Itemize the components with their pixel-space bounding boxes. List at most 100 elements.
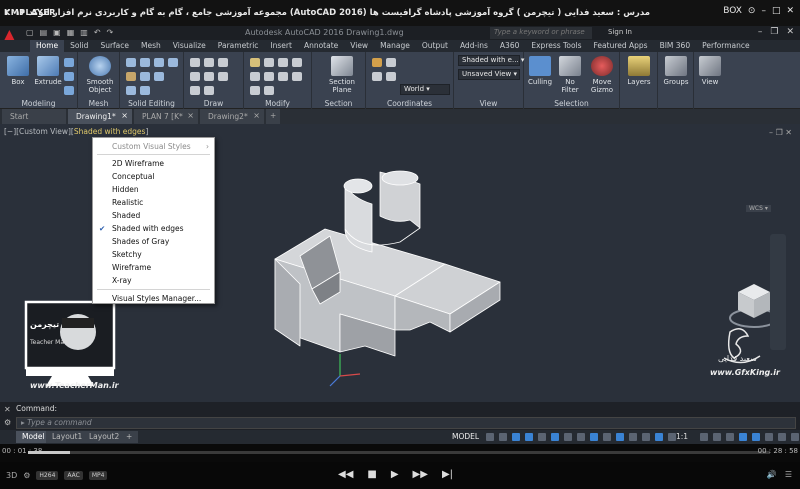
doc-tab[interactable]: Start <box>2 109 66 124</box>
ribbon-tab-parametric[interactable]: Parametric <box>212 40 265 52</box>
lineweight-icon[interactable] <box>577 433 585 441</box>
menu-item-conceptual[interactable]: Conceptual <box>93 170 214 183</box>
fillet-edge-icon[interactable] <box>168 58 178 67</box>
revolve-icon[interactable] <box>64 58 74 67</box>
ribbon-tab-performance[interactable]: Performance <box>696 40 756 52</box>
cmd-close-icon[interactable]: ✕ <box>4 405 11 414</box>
thicken-icon[interactable] <box>140 72 150 81</box>
rotate-icon[interactable] <box>292 58 302 67</box>
array-icon[interactable] <box>292 72 302 81</box>
dynamic-ucs-icon[interactable] <box>629 433 637 441</box>
customization-icon[interactable] <box>778 433 786 441</box>
print-icon[interactable]: ▥ <box>80 28 88 37</box>
transparency-icon[interactable] <box>590 433 598 441</box>
polyline-icon[interactable] <box>204 58 214 67</box>
saveas-icon[interactable]: ▦ <box>67 28 75 37</box>
doc-tab[interactable]: Drawing1* × <box>68 109 132 124</box>
saved-view-dropdown[interactable]: Unsaved View ▾ <box>458 69 520 80</box>
3d-osnap-icon[interactable] <box>616 433 624 441</box>
copy-icon[interactable] <box>264 58 274 67</box>
layers-tool[interactable]: Layers <box>625 56 653 86</box>
layout-tab-layout2[interactable]: Layout2 <box>83 431 126 443</box>
panel-label-modify[interactable]: Modify <box>244 99 311 108</box>
search-input[interactable]: Type a keyword or phrase <box>490 27 592 39</box>
ribbon-tab-add-ins[interactable]: Add-ins <box>454 40 494 52</box>
gizmo-icon[interactable] <box>655 433 663 441</box>
sweep-icon[interactable] <box>64 72 74 81</box>
offset-icon[interactable] <box>264 86 274 95</box>
menu-item-realistic[interactable]: Realistic <box>93 196 214 209</box>
ribbon-tab-a360[interactable]: A360 <box>494 40 525 52</box>
menu-custom-visual-styles[interactable]: Custom Visual Styles › <box>93 140 214 153</box>
seek-bar[interactable] <box>28 451 770 454</box>
ucs-dropdown[interactable]: World ▾ <box>400 84 450 95</box>
playlist-icon[interactable]: ☰ <box>785 470 792 479</box>
isodraft-icon[interactable] <box>538 433 546 441</box>
loft-icon[interactable] <box>64 86 74 95</box>
move-icon[interactable] <box>250 58 260 67</box>
pin-icon[interactable]: ⊙ <box>748 6 756 16</box>
ucs-origin-icon[interactable] <box>386 58 396 67</box>
undo-icon[interactable]: ↶ <box>94 28 101 37</box>
mirror-icon[interactable] <box>250 72 260 81</box>
panel-label-mesh[interactable]: Mesh <box>78 99 119 108</box>
isolate-objects-icon[interactable] <box>739 433 747 441</box>
menu-visual-styles-manager[interactable]: Visual Styles Manager... <box>93 292 214 305</box>
acad-minimize-icon[interactable]: – <box>758 27 763 37</box>
save-icon[interactable]: ▣ <box>53 28 61 37</box>
no-filter-tool[interactable]: No Filter <box>556 56 584 94</box>
panel-label-draw[interactable]: Draw <box>184 99 243 108</box>
snap-icon[interactable] <box>499 433 507 441</box>
groups-tool[interactable]: Groups <box>662 56 690 86</box>
fillet-icon[interactable] <box>264 72 274 81</box>
ribbon-tab-insert[interactable]: Insert <box>264 40 298 52</box>
circle-icon[interactable] <box>218 58 228 67</box>
panel-label-selection[interactable]: Selection <box>524 99 619 108</box>
ribbon-tab-bim-360[interactable]: BIM 360 <box>654 40 697 52</box>
tab-close-icon[interactable]: × <box>121 111 128 120</box>
navigation-bar[interactable] <box>770 234 786 350</box>
extract-edges-icon[interactable] <box>126 86 136 95</box>
add-layout-button[interactable]: + <box>120 431 139 443</box>
menu-item-wireframe[interactable]: Wireframe <box>93 261 214 274</box>
stretch-icon[interactable] <box>278 58 288 67</box>
wcs-menu[interactable]: WCS ▾ <box>746 205 771 212</box>
box-label[interactable]: BOX <box>723 6 742 16</box>
open-icon[interactable]: ▤ <box>40 28 48 37</box>
panel-label-coordinates[interactable]: Coordinates <box>366 99 453 108</box>
box-tool[interactable]: Box <box>4 56 32 86</box>
ribbon-tab-manage[interactable]: Manage <box>374 40 416 52</box>
selection-filter-icon[interactable] <box>642 433 650 441</box>
minimize-icon[interactable]: – <box>761 6 766 16</box>
maximize-icon[interactable]: □ <box>772 6 781 16</box>
layout-tab-layout1[interactable]: Layout1 <box>46 431 89 443</box>
annotation-scale[interactable]: 1:1 <box>676 432 688 441</box>
command-input[interactable]: ▸ Type a command <box>16 417 796 429</box>
scale-icon[interactable] <box>278 72 288 81</box>
culling-tool[interactable]: Culling <box>526 56 554 86</box>
trim-icon[interactable] <box>250 86 260 95</box>
panel-label-section[interactable]: Section <box>312 99 365 108</box>
hatch-icon[interactable] <box>190 86 200 95</box>
menu-item-hidden[interactable]: Hidden <box>93 183 214 196</box>
new-icon[interactable]: ▢ <box>26 28 34 37</box>
tab-close-icon[interactable]: × <box>253 111 260 120</box>
panel-label-modeling[interactable]: Modeling <box>0 99 77 108</box>
arc-icon[interactable] <box>190 72 200 81</box>
clean-screen-icon[interactable] <box>765 433 773 441</box>
visual-style-dropdown[interactable]: Shaded with e... ▾ <box>458 55 524 66</box>
end-icon[interactable]: ▶| <box>442 469 453 480</box>
status-menu-icon[interactable] <box>791 433 799 441</box>
ribbon-tab-view[interactable]: View <box>344 40 374 52</box>
cmd-wrench-icon[interactable]: ⚙ <box>4 418 11 427</box>
rectangle-icon[interactable] <box>204 72 214 81</box>
workspace-icon[interactable] <box>700 433 708 441</box>
play-icon[interactable]: ▶ <box>391 469 399 480</box>
menu-item-sketchy[interactable]: Sketchy <box>93 248 214 261</box>
panel-label-view[interactable]: View <box>454 99 523 108</box>
ribbon-tab-solid[interactable]: Solid <box>64 40 94 52</box>
imprint-icon[interactable] <box>154 72 164 81</box>
ribbon-tab-featured-apps[interactable]: Featured Apps <box>588 40 654 52</box>
model-space-button[interactable]: MODEL <box>452 432 479 441</box>
separate-icon[interactable] <box>140 86 150 95</box>
